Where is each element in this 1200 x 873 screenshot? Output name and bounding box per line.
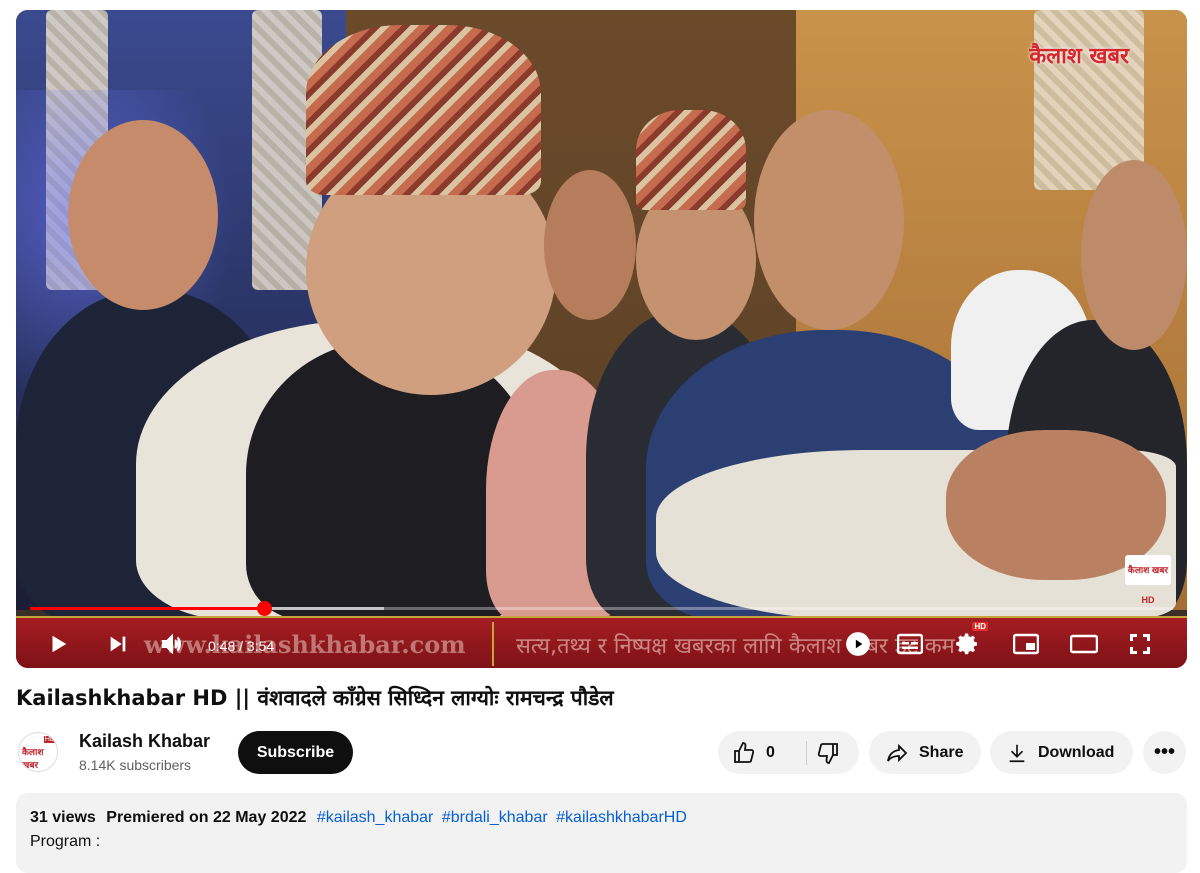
hashtag-link[interactable]: #brdali_khabar: [442, 809, 548, 826]
person-left-head: [68, 120, 218, 310]
avatar-logo-text: कैलाश खबर: [22, 748, 44, 771]
progress-played: [30, 607, 265, 610]
channel-avatar[interactable]: कैलाश खबर HD: [18, 732, 58, 772]
download-label: Download: [1038, 743, 1115, 761]
video-player[interactable]: कैलाश खबर कैलाश खबर HD www.kailashkhabar…: [16, 10, 1187, 668]
description-meta: 31 views Premiered on 22 May 2022 #kaila…: [30, 809, 1173, 827]
play-icon: [52, 635, 67, 653]
dislike-icon: [817, 742, 838, 764]
channel-watermark-logo: कैलाश खबर: [1029, 44, 1129, 69]
hashtag-link[interactable]: #kailashkhabarHD: [556, 809, 687, 826]
subscriber-count: 8.14K subscribers: [79, 757, 192, 773]
settings-icon: [956, 633, 977, 655]
like-button[interactable]: 0: [718, 731, 806, 774]
miniplayer-button[interactable]: [1008, 626, 1044, 662]
theater-mode-button[interactable]: [1066, 626, 1102, 662]
corner-hd-badge: कैलाश खबर HD: [1125, 555, 1171, 605]
captions-icon: [897, 633, 923, 655]
share-label: Share: [919, 743, 964, 761]
fullscreen-button[interactable]: [1122, 626, 1158, 662]
download-button[interactable]: Download: [990, 731, 1133, 774]
like-count: 0: [766, 743, 775, 761]
person-center-cap: [306, 25, 541, 195]
subscribe-button[interactable]: Subscribe: [238, 731, 353, 774]
video-title: Kailashkhabar HD || वंशवादले काँग्रेस सि…: [16, 686, 614, 710]
next-button[interactable]: [100, 626, 136, 662]
description-box[interactable]: 31 views Premiered on 22 May 2022 #kaila…: [16, 793, 1187, 873]
volume-button[interactable]: [154, 626, 190, 662]
volume-icon: [162, 633, 182, 655]
channel-name[interactable]: Kailash Khabar: [79, 731, 210, 752]
like-dislike-group: 0: [718, 731, 859, 774]
person-cap2-cap: [636, 110, 746, 210]
autoplay-toggle[interactable]: [840, 626, 876, 662]
avatar-hd-badge: HD: [43, 736, 56, 743]
miniplayer-play-icon: [846, 632, 870, 656]
premiere-date: Premiered on 22 May 2022: [106, 809, 307, 826]
person-blue-head: [754, 110, 904, 330]
fullscreen-icon: [1130, 634, 1150, 654]
person-right-head: [1081, 160, 1187, 350]
hashtag-link[interactable]: #kailash_khabar: [317, 809, 434, 826]
play-button[interactable]: [40, 626, 76, 662]
view-count: 31 views: [30, 809, 96, 826]
next-icon: [110, 636, 126, 652]
person-glasses-head: [544, 170, 636, 320]
description-text: Program :: [30, 833, 101, 850]
hd-quality-badge: HD: [972, 622, 988, 631]
theater-icon: [1070, 634, 1098, 654]
player-controls: 0:48 / 3:54 HD: [16, 620, 1187, 664]
share-icon: [887, 743, 908, 762]
miniplayer-icon: [1013, 633, 1039, 655]
like-icon: [734, 741, 755, 763]
download-icon: [1009, 744, 1025, 762]
dislike-button[interactable]: [807, 731, 859, 774]
time-display: 0:48 / 3:54: [208, 638, 275, 654]
share-button[interactable]: Share: [869, 731, 981, 774]
captions-button[interactable]: [892, 626, 928, 662]
more-actions-button[interactable]: •••: [1143, 731, 1186, 774]
progress-bar[interactable]: [30, 601, 1173, 616]
video-frame: [16, 10, 1187, 668]
settings-button[interactable]: HD: [950, 622, 988, 662]
